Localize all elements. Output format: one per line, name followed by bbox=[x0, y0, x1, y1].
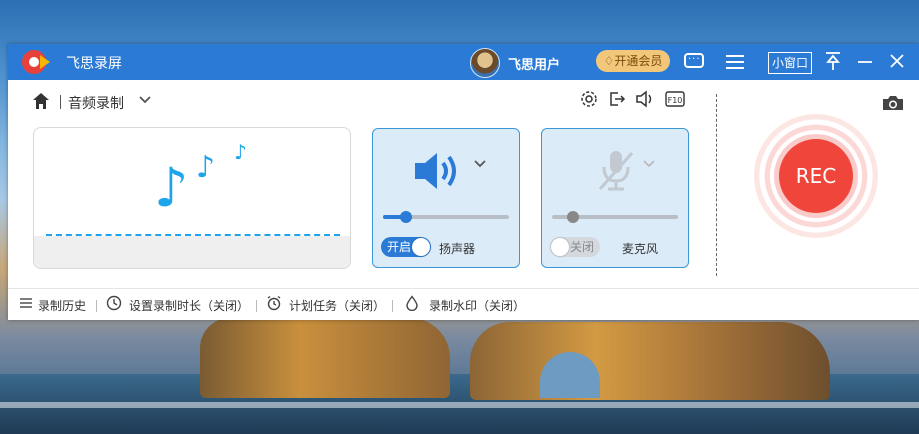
recorder-window: 飞思录屏 飞思用户 ♢开通会员 ··· 小窗口 音频录制 F10 ♪ ♪ ♪ 开… bbox=[8, 44, 919, 320]
chevron-down-icon[interactable] bbox=[138, 93, 152, 110]
mic-muted-icon bbox=[598, 151, 634, 191]
export-icon[interactable] bbox=[606, 90, 628, 110]
fullscreen-f10-icon[interactable]: F10 bbox=[664, 90, 686, 110]
app-title: 飞思录屏 bbox=[66, 56, 122, 72]
rec-button[interactable]: REC bbox=[779, 139, 853, 213]
watermark-drop-icon[interactable] bbox=[404, 295, 420, 311]
speaker-volume-thumb[interactable] bbox=[399, 211, 412, 223]
mode-toolbar: 音频录制 F10 bbox=[8, 80, 708, 120]
status-bar: 录制历史 设置录制时长（关闭） 计划任务（关闭） 录制水印（关闭） bbox=[8, 288, 919, 321]
divider bbox=[96, 300, 97, 312]
list-icon[interactable] bbox=[18, 295, 34, 311]
history-link[interactable]: 录制历史 bbox=[38, 297, 86, 314]
title-bar[interactable]: 飞思录屏 飞思用户 ♢开通会员 ··· 小窗口 bbox=[8, 44, 919, 80]
divider bbox=[60, 95, 61, 109]
speaker-toggle[interactable]: 开启 bbox=[381, 237, 431, 257]
mode-selector[interactable]: 音频录制 bbox=[68, 93, 124, 113]
desktop-rock-left bbox=[200, 318, 450, 398]
menu-icon[interactable] bbox=[722, 50, 748, 74]
username[interactable]: 飞思用户 bbox=[508, 54, 560, 73]
volume-icon[interactable] bbox=[634, 90, 656, 110]
waveform-baseline bbox=[46, 234, 340, 236]
music-note-icon: ♪ bbox=[154, 156, 189, 219]
mini-window-button[interactable]: 小窗口 bbox=[768, 52, 813, 74]
minimize-icon[interactable] bbox=[852, 50, 878, 74]
mic-toggle[interactable]: 关闭 bbox=[550, 237, 600, 257]
speaker-toggle-label: 开启 bbox=[387, 240, 412, 254]
speaker-dropdown-chevron-icon[interactable] bbox=[473, 157, 487, 175]
pin-icon[interactable] bbox=[820, 50, 846, 74]
app-logo-play-icon bbox=[40, 55, 50, 69]
speaker-label: 扬声器 bbox=[439, 242, 476, 256]
mic-dropdown-chevron-icon[interactable] bbox=[642, 157, 656, 175]
mic-volume-slider[interactable] bbox=[552, 211, 678, 223]
vip-button[interactable]: ♢开通会员 bbox=[596, 50, 670, 72]
close-icon[interactable] bbox=[884, 50, 910, 74]
speaker-volume-slider[interactable] bbox=[383, 211, 509, 223]
duration-setting-link[interactable]: 设置录制时长（关闭） bbox=[129, 297, 249, 314]
settings-gear-icon[interactable] bbox=[578, 90, 600, 110]
divider bbox=[716, 94, 717, 276]
mic-volume-thumb[interactable] bbox=[567, 211, 580, 223]
watermark-link[interactable]: 录制水印（关闭） bbox=[429, 297, 525, 314]
schedule-task-link[interactable]: 计划任务（关闭） bbox=[289, 297, 385, 314]
desktop-foam bbox=[0, 402, 919, 408]
speaker-icon bbox=[415, 153, 456, 189]
avatar[interactable] bbox=[470, 48, 500, 78]
timer-icon[interactable] bbox=[106, 295, 122, 311]
mic-panel[interactable]: 关闭 麦克风 bbox=[541, 128, 689, 268]
alarm-clock-icon[interactable] bbox=[266, 295, 282, 311]
divider bbox=[256, 300, 257, 312]
speaker-panel[interactable]: 开启 扬声器 bbox=[372, 128, 520, 268]
chat-icon[interactable]: ··· bbox=[682, 50, 708, 74]
home-icon[interactable] bbox=[32, 92, 50, 110]
svg-text:F10: F10 bbox=[668, 96, 683, 105]
vip-button-label: 开通会员 bbox=[614, 54, 663, 68]
mic-toggle-label: 关闭 bbox=[570, 240, 595, 254]
mic-label: 麦克风 bbox=[622, 242, 659, 256]
audio-visualizer: ♪ ♪ ♪ bbox=[33, 127, 351, 269]
music-note-icon: ♪ bbox=[196, 150, 216, 185]
desktop-rock-right bbox=[470, 322, 830, 400]
diamond-icon: ♢ bbox=[603, 54, 615, 68]
camera-icon[interactable] bbox=[881, 94, 905, 112]
music-note-icon: ♪ bbox=[234, 140, 247, 164]
divider bbox=[392, 300, 393, 312]
